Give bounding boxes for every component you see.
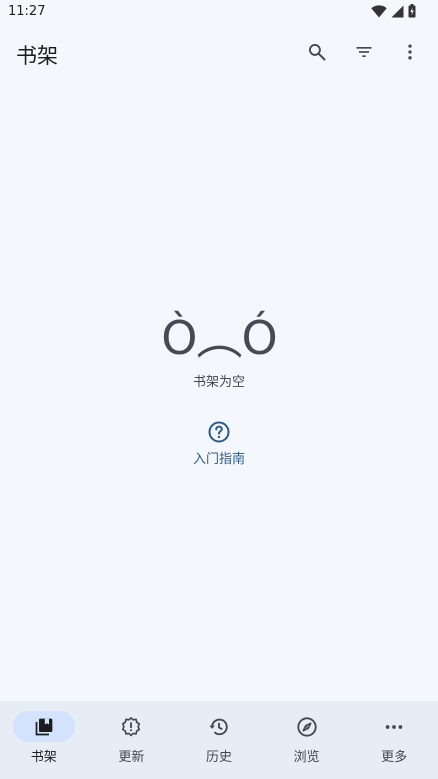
- nav-label-updates: 更新: [118, 750, 145, 765]
- nav-item-more[interactable]: 更多: [350, 701, 438, 779]
- nav-active-indicator: [12, 711, 75, 742]
- page-title: 书架: [16, 44, 58, 68]
- status-icons: [371, 4, 416, 18]
- nav-item-library[interactable]: 书架: [0, 701, 88, 779]
- nav-item-browse[interactable]: 浏览: [263, 701, 351, 779]
- nav-item-history[interactable]: 历史: [175, 701, 263, 779]
- filter-button[interactable]: [346, 34, 382, 70]
- explore-icon: [296, 716, 317, 737]
- getting-started-link[interactable]: 入门指南: [169, 420, 269, 470]
- nav-label-more: 更多: [381, 750, 408, 765]
- library-icon: [35, 718, 53, 735]
- search-button[interactable]: [299, 34, 335, 70]
- filter-icon: [356, 47, 372, 57]
- empty-message: 书架为空: [192, 375, 245, 390]
- status-bar: 11:27: [0, 0, 438, 24]
- wifi-icon: [371, 4, 387, 17]
- status-time: 11:27: [8, 4, 46, 19]
- signal-icon: [391, 5, 404, 17]
- top-app-bar: 书架: [0, 24, 438, 82]
- empty-face: Ò︵Ó: [161, 311, 277, 365]
- more-horiz-icon: [385, 724, 403, 729]
- bottom-navigation: 书架 更新 历史 浏览 更多: [0, 701, 438, 779]
- nav-label-browse: 浏览: [293, 750, 320, 765]
- more-vert-icon: [408, 44, 412, 60]
- history-icon: [209, 718, 228, 735]
- nav-item-updates[interactable]: 更新: [88, 701, 176, 779]
- updates-icon: [122, 716, 141, 736]
- more-options-button[interactable]: [392, 34, 428, 70]
- getting-started-label: 入门指南: [192, 452, 245, 467]
- nav-label-library: 书架: [30, 750, 57, 765]
- nav-label-history: 历史: [205, 750, 232, 765]
- help-icon: [208, 421, 230, 443]
- search-icon: [309, 44, 326, 61]
- battery-icon: [408, 4, 416, 18]
